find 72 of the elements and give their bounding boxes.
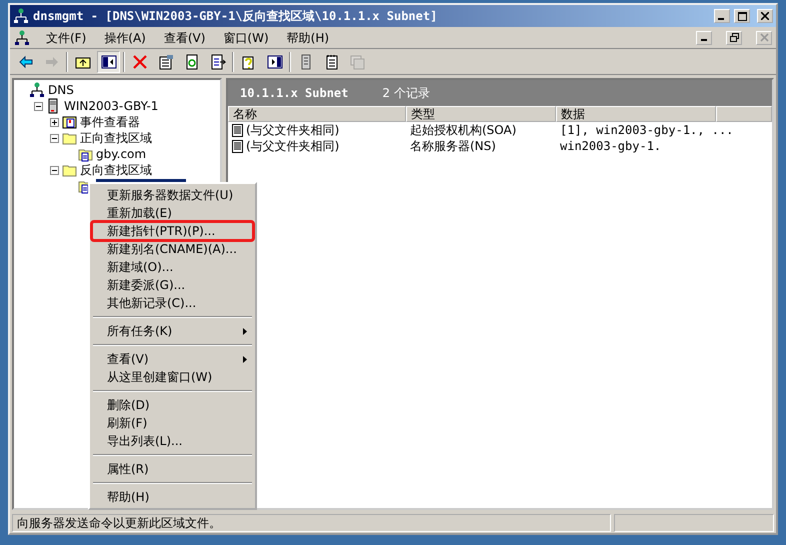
restore-button[interactable] [726, 30, 742, 44]
record-name: (与父文件夹相同) [246, 122, 340, 139]
menu-item[interactable]: 查看(V) [162, 28, 208, 46]
back-arrow-icon [18, 54, 34, 70]
column-header[interactable]: 名称 [228, 106, 406, 122]
plus-icon [51, 118, 58, 126]
record-name: (与父文件夹相同) [246, 138, 340, 155]
table-cell-text: 名称服务器(NS) [410, 138, 496, 155]
record-icon [232, 124, 243, 136]
close-button[interactable] [757, 9, 773, 23]
menu-item[interactable]: 更新服务器数据文件(U) [92, 186, 253, 204]
menu-item[interactable]: 窗口(W) [221, 28, 271, 46]
toolbar-button[interactable] [97, 50, 120, 72]
restore-icon [730, 33, 738, 42]
table-cell-text: [1], win2003-gby-1., ... [560, 122, 734, 139]
menu-item[interactable]: 帮助(H) [92, 488, 253, 506]
menu-item[interactable]: 文件(F) [44, 28, 88, 46]
menu-item[interactable]: 新建委派(G)... [92, 276, 253, 294]
tree-node-label[interactable]: 反向查找区域 [80, 161, 152, 179]
maximize-icon [738, 12, 746, 20]
menu-item[interactable]: 其他新记录(C)... [92, 294, 253, 312]
menu-item[interactable]: 查看(V) [92, 350, 253, 368]
table-cell-text: win2003-gby-1. [560, 138, 662, 155]
menu-item[interactable]: 重新加载(E) [92, 204, 253, 222]
column-header[interactable]: 数据 [556, 106, 716, 122]
export-list-icon [210, 54, 226, 70]
network-icon [14, 30, 30, 46]
minimize-button[interactable] [714, 9, 730, 23]
table-cell-text: 起始授权机构(SOA) [410, 122, 516, 139]
action-pane-icon [266, 54, 282, 70]
network-icon [13, 8, 29, 24]
tree-node-label[interactable]: gby.com [96, 145, 146, 163]
minimize-button[interactable] [696, 30, 712, 44]
delete-icon [132, 54, 148, 70]
menu-item[interactable]: 刷新(F) [92, 414, 253, 432]
record-count: 2 个记录 [382, 85, 430, 102]
menu-item[interactable]: 属性(R) [92, 460, 253, 478]
menu-item[interactable]: 新建指针(PTR)(P)... [92, 222, 253, 240]
menu-item[interactable]: 导出列表(L)... [92, 432, 253, 450]
menu-item[interactable]: 新建域(O)... [92, 258, 253, 276]
collapse-toggle[interactable] [50, 166, 59, 174]
menu-item[interactable]: 删除(D) [92, 396, 253, 414]
menu-item[interactable]: 帮助(H) [284, 28, 332, 46]
menu-item[interactable]: 所有任务(K) [92, 322, 253, 340]
submenu-arrow-icon [243, 328, 247, 334]
window-title: dnsmgmt - [DNS\WIN2003-GBY-1\反向查找区域\10.1.1.x Subnet] [33, 8, 438, 25]
notepad-icon [324, 54, 340, 70]
tree-node-label[interactable]: 正向查找区域 [80, 129, 152, 147]
status-text: 向服务器发送命令以更新此区域文件。 [12, 514, 611, 532]
tree-node-label[interactable]: 事件查看器 [80, 113, 140, 131]
collapse-toggle[interactable] [50, 134, 59, 142]
menu-item[interactable]: 新建别名(CNAME)(A)... [92, 240, 253, 258]
event-viewer-icon [62, 114, 77, 130]
collapse-toggle[interactable] [34, 102, 43, 110]
maximize-button[interactable] [734, 9, 750, 23]
record-icon [232, 140, 243, 152]
refresh-icon [184, 54, 200, 70]
close-icon [761, 12, 769, 20]
submenu-arrow-icon [243, 356, 247, 362]
properties-icon [158, 54, 174, 70]
close-icon [760, 33, 768, 42]
menu-item[interactable]: 从这里创建窗口(W) [92, 368, 253, 386]
tree-toggle-icon [100, 54, 116, 70]
expand-toggle[interactable] [50, 118, 59, 126]
tree-node-label[interactable]: WIN2003-GBY-1 [64, 97, 158, 115]
document-stack-icon [350, 54, 366, 70]
help-icon [240, 54, 256, 70]
menu-item[interactable]: 操作(A) [102, 28, 148, 46]
zone-title: 10.1.1.x Subnet [240, 85, 348, 102]
column-header[interactable]: 类型 [406, 106, 556, 122]
dns-icon [30, 82, 45, 98]
tree-node-label[interactable]: DNS [48, 81, 74, 99]
